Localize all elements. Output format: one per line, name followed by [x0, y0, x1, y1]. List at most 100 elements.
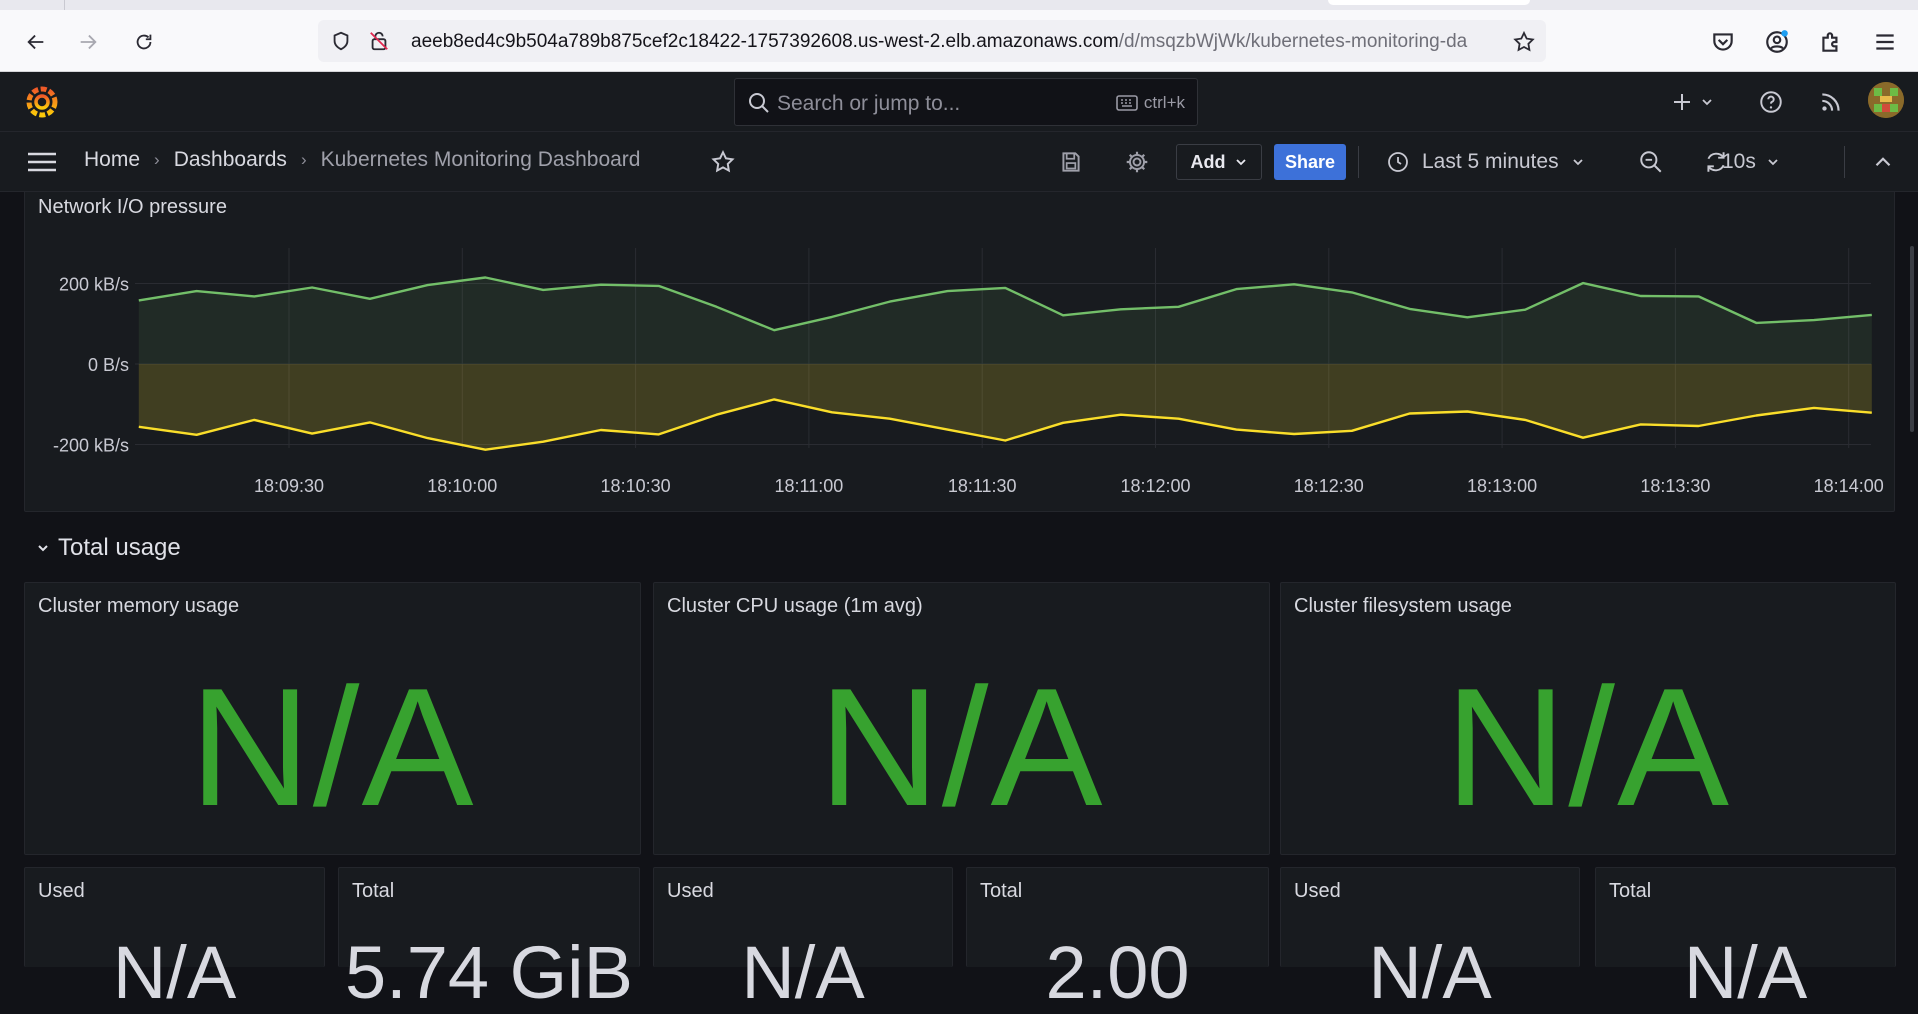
breadcrumb-dashboards[interactable]: Dashboards: [174, 148, 287, 172]
panel-title: Used: [667, 880, 714, 902]
stat-value: N/A: [1683, 931, 1808, 1014]
favorite-star-icon[interactable]: [710, 149, 736, 175]
browser-tab-active[interactable]: [1328, 0, 1530, 5]
stat-value: N/A: [818, 653, 1105, 841]
pocket-icon[interactable]: [1710, 29, 1736, 55]
user-avatar-icon: [1868, 82, 1904, 118]
settings-gear-icon[interactable]: [1124, 149, 1150, 175]
grafana-topbar: Search or jump to... ctrl+k: [0, 72, 1918, 132]
breadcrumb-separator-icon: ›: [300, 150, 307, 169]
time-range-picker[interactable]: Last 5 minutes: [1386, 145, 1585, 179]
url-host: aeeb8ed4c9b504a789b875cef2c18422-1757392…: [411, 31, 1119, 52]
stat-panel-memory: Cluster memory usage N/A: [24, 582, 641, 855]
x-tick-label: 18:13:00: [1467, 476, 1537, 496]
insecure-lock-icon[interactable]: [368, 30, 390, 52]
panel-title: Cluster filesystem usage: [1294, 595, 1512, 617]
time-range-label: Last 5 minutes: [1422, 150, 1559, 173]
collapse-chevron-up-icon[interactable]: [1870, 149, 1896, 175]
x-tick-label: 18:11:30: [948, 476, 1017, 496]
y-tick-label: -200 kB/s: [53, 436, 129, 456]
browser-tab-strip: [0, 0, 1918, 10]
x-tick-label: 18:10:30: [601, 476, 671, 496]
row-total-usage[interactable]: Total usage: [36, 534, 181, 562]
search-shortcut: ctrl+k: [1116, 93, 1185, 113]
save-dashboard-icon[interactable]: [1058, 149, 1084, 175]
reload-icon[interactable]: [130, 28, 158, 56]
series-area: [138, 364, 1872, 450]
breadcrumb-home[interactable]: Home: [84, 148, 140, 172]
stat-value: N/A: [741, 931, 865, 1014]
x-tick-label: 18:10:00: [427, 476, 497, 496]
x-tick-label: 18:14:00: [1814, 476, 1884, 496]
chevron-down-icon: [1572, 159, 1583, 166]
chevron-down-icon: [1768, 159, 1778, 166]
zoom-out-icon[interactable]: [1638, 149, 1664, 175]
stat-value: 2.00: [1045, 931, 1190, 1014]
dashboard-nav-bar: Home › Dashboards › Kubernetes Monitorin…: [0, 132, 1918, 192]
search-input[interactable]: Search or jump to... ctrl+k: [734, 78, 1198, 126]
new-menu-button[interactable]: [1670, 88, 1714, 116]
refresh-interval-label: 10s: [1722, 150, 1756, 173]
menu-icon[interactable]: [26, 151, 58, 173]
stat-panel-cpu-total: Total 2.00: [966, 867, 1269, 1010]
stat-panel-filesystem-total: Total N/A: [1595, 867, 1896, 1010]
chevron-down-icon: [1235, 159, 1246, 166]
rss-icon: [1822, 93, 1840, 111]
row-title: Total usage: [58, 534, 181, 561]
x-tick-label: 18:09:30: [254, 476, 324, 496]
extensions-icon[interactable]: [1818, 29, 1844, 55]
grafana-logo-icon[interactable]: [24, 84, 60, 120]
x-tick-label: 18:11:00: [775, 476, 844, 496]
clock-icon: [1388, 152, 1408, 172]
browser-menu-icon[interactable]: [1872, 29, 1898, 55]
shield-icon[interactable]: [330, 30, 352, 52]
x-tick-label: 18:12:30: [1294, 476, 1364, 496]
panel-title: Cluster CPU usage (1m avg): [667, 595, 923, 617]
search-shortcut-label: ctrl+k: [1143, 93, 1185, 112]
refresh-interval-picker[interactable]: 10s: [1722, 145, 1780, 179]
help-icon: [1760, 91, 1782, 113]
stat-value: N/A: [189, 653, 476, 841]
help-button[interactable]: [1758, 88, 1784, 116]
forward-icon[interactable]: [74, 28, 102, 56]
add-button[interactable]: Add: [1176, 144, 1262, 180]
network-io-panel: Network I/O pressure 200 kB/s 0 B/s -200 k…: [24, 192, 1895, 512]
account-icon[interactable]: [1764, 29, 1790, 55]
chevron-down-icon: [38, 545, 48, 552]
bookmark-star-icon[interactable]: [1512, 30, 1536, 54]
search-placeholder: Search or jump to...: [777, 92, 961, 115]
breadcrumb-separator-icon: ›: [154, 150, 160, 169]
tab-separator: [64, 0, 65, 10]
panel-title: Total: [352, 880, 395, 902]
share-button[interactable]: Share: [1274, 144, 1346, 180]
url-path: /d/msqzbWjWk/kubernetes-monitoring-da: [1118, 31, 1468, 52]
keyboard-icon: [1116, 95, 1138, 111]
stat-value: N/A: [1444, 653, 1732, 841]
news-button[interactable]: [1818, 88, 1844, 116]
x-tick-label: 18:12:00: [1120, 476, 1190, 496]
x-tick-label: 18:13:30: [1640, 476, 1710, 496]
network-io-chart: 200 kB/s 0 B/s -200 kB/s 18:09:30 18:10:00 18…: [53, 248, 1884, 496]
plus-icon: [1674, 94, 1690, 110]
page-scrollbar[interactable]: [1910, 246, 1914, 432]
back-icon[interactable]: [22, 28, 50, 56]
breadcrumb: Home › Dashboards › Kubernetes Monitorin…: [84, 148, 640, 172]
stat-value: N/A: [112, 931, 237, 1014]
chevron-down-icon: [1702, 99, 1712, 106]
breadcrumb-current-dashboard: Kubernetes Monitoring Dashboard: [320, 148, 641, 171]
stat-panel-cpu: Cluster CPU usage (1m avg) N/A: [653, 582, 1270, 855]
stat-panel-cpu-used: Used N/A: [653, 867, 953, 1010]
stat-value: 5.74 GiB: [345, 931, 633, 1014]
panel-title: Total: [1609, 880, 1652, 902]
panel-title: Total: [980, 880, 1023, 902]
url-text[interactable]: aeeb8ed4c9b504a789b875cef2c18422-1757392…: [411, 31, 1501, 53]
url-bar[interactable]: aeeb8ed4c9b504a789b875cef2c18422-1757392…: [318, 20, 1546, 62]
toolbar-divider: [1358, 146, 1359, 178]
browser-toolbar: aeeb8ed4c9b504a789b875cef2c18422-1757392…: [0, 10, 1918, 72]
search-icon: [749, 93, 769, 113]
panel-title: Used: [38, 880, 85, 902]
y-tick-label: 200 kB/s: [59, 275, 129, 295]
panel-title: Used: [1294, 880, 1341, 902]
add-button-label: Add: [1190, 151, 1226, 172]
avatar[interactable]: [1868, 82, 1904, 118]
